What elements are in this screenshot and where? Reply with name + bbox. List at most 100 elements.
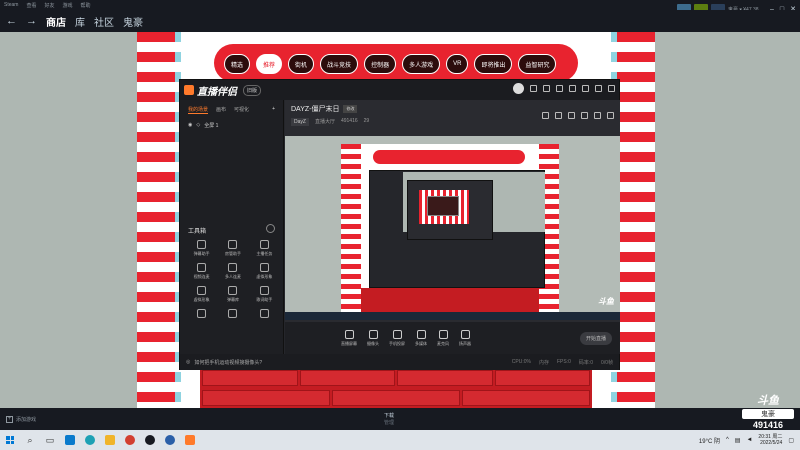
menu-steam[interactable]: Steam xyxy=(4,2,18,8)
store-tab-vr[interactable]: VR xyxy=(446,54,469,74)
screen: Steam 查看 好友 游戏 帮助 鬼豪 ▾ ¥47.38 – □ ✕ ← → … xyxy=(0,0,800,450)
steam-icon[interactable] xyxy=(140,430,160,450)
tool-avatar-1[interactable]: 虚拟形象 xyxy=(249,263,280,280)
store-tab-arcade[interactable]: 街机 xyxy=(288,54,315,74)
volume-icon[interactable]: ◄ xyxy=(746,437,752,443)
douyu-companion-icon[interactable] xyxy=(180,430,200,450)
task-view-icon[interactable]: ▭ xyxy=(40,430,60,450)
camera-icon xyxy=(368,329,378,339)
tool-extra-1[interactable] xyxy=(186,309,217,318)
lock-icon[interactable] xyxy=(555,112,562,119)
screen-capture-button[interactable]: 直播屏幕 xyxy=(341,329,357,347)
tab-canvas[interactable]: 画布 xyxy=(216,106,226,114)
scene-item[interactable]: ◉ ◇ 全屏 1 xyxy=(180,120,283,131)
tool-label: 弹幕库 xyxy=(226,297,239,302)
skin-icon[interactable] xyxy=(556,85,563,92)
nav-community[interactable]: 社区 xyxy=(94,14,114,29)
tab-visual[interactable]: 可视化 xyxy=(234,106,249,114)
phone-cast-button[interactable]: 手机投屏 xyxy=(389,329,405,347)
notification-center-icon[interactable]: ▢ xyxy=(788,437,794,444)
minimize-icon[interactable] xyxy=(582,85,589,92)
share-alt-icon[interactable] xyxy=(607,112,614,119)
menu-icon[interactable] xyxy=(569,85,576,92)
message-icon[interactable] xyxy=(543,85,550,92)
search-icon[interactable]: ⌕ xyxy=(20,430,40,450)
user-avatar[interactable] xyxy=(513,83,524,94)
stream-preview[interactable]: 斗鱼 xyxy=(285,136,620,320)
tool-label: 房管助手 xyxy=(224,251,241,256)
tool-multi-link[interactable]: 多人连麦 xyxy=(217,263,248,280)
tool-extra-3[interactable] xyxy=(249,309,280,318)
tab-my-scene[interactable]: 我的场景 xyxy=(188,106,209,114)
version-button[interactable]: 旧版 xyxy=(243,84,262,96)
media-button[interactable]: 多媒体 xyxy=(415,329,427,347)
streamer-name: 鬼豪 xyxy=(742,409,794,419)
clock[interactable]: 20:31 周二 2022/5/24 xyxy=(758,434,782,446)
nav-store[interactable]: 商店 xyxy=(46,14,66,29)
tool-room-admin[interactable]: 房管助手 xyxy=(217,240,248,257)
network-icon[interactable]: ▤ xyxy=(735,437,741,444)
live-app-name: 直播伴侣 xyxy=(197,86,237,98)
tool-danmaku-lib[interactable]: 弹幕库 xyxy=(217,286,248,303)
speaker-button[interactable]: 扬声器 xyxy=(459,329,471,347)
chart-icon[interactable] xyxy=(568,112,575,119)
menu-help[interactable]: 帮助 xyxy=(81,2,91,9)
status-tip[interactable]: 如何把手机运动视频接摄像头? xyxy=(194,359,262,366)
room-title[interactable]: DAYZ-僵尸末日 xyxy=(291,104,339,114)
qq-icon[interactable] xyxy=(120,430,140,450)
lock-icon[interactable]: ◇ xyxy=(196,122,200,129)
store-tab-puzzle[interactable]: 益智研究 xyxy=(518,54,557,74)
tool-streamer-tasks[interactable]: 主播任务 xyxy=(249,240,280,257)
notification-icon[interactable] xyxy=(581,112,588,119)
store-tab-fighting[interactable]: 战斗竞技 xyxy=(320,54,359,74)
menu-games[interactable]: 游戏 xyxy=(62,2,72,9)
tool-danmaku-assistant[interactable]: 弹幕助手 xyxy=(186,240,217,257)
store-tab-featured[interactable]: 精选 xyxy=(224,54,251,74)
steam-nav: ← → 商店 库 社区 鬼豪 xyxy=(0,10,800,32)
share-icon[interactable] xyxy=(542,112,549,119)
downloads-button[interactable]: 下载 管理 xyxy=(384,412,394,426)
more-icon[interactable] xyxy=(266,224,275,233)
maximize-icon[interactable] xyxy=(595,85,602,92)
obs-icon[interactable] xyxy=(160,430,180,450)
media-icon xyxy=(416,329,426,339)
tray-chevron-icon[interactable]: ^ xyxy=(726,437,729,443)
back-arrow-icon[interactable]: ← xyxy=(6,15,17,27)
menu-view[interactable]: 查看 xyxy=(26,2,36,9)
tool-label: 弹幕助手 xyxy=(193,251,210,256)
add-game-button[interactable]: + 添加游戏 xyxy=(0,415,36,423)
close-icon[interactable] xyxy=(608,85,615,92)
store-tab-recommended[interactable]: 推荐 xyxy=(256,54,283,74)
edit-title-button[interactable]: 修改 xyxy=(343,105,358,113)
scene-tabs: 我的场景 画布 可视化 + xyxy=(180,100,283,120)
preview-tab-bar xyxy=(373,150,525,164)
settings-icon[interactable] xyxy=(530,85,537,92)
nav-library[interactable]: 库 xyxy=(75,14,85,29)
preview-bricks xyxy=(361,288,539,312)
nav-user[interactable]: 鬼豪 xyxy=(123,14,143,29)
forward-arrow-icon[interactable]: → xyxy=(26,15,37,27)
camera-button[interactable]: 摄像头 xyxy=(367,329,379,347)
file-explorer-icon[interactable] xyxy=(100,430,120,450)
weather[interactable]: 19°C 阴 xyxy=(699,436,720,445)
start-button[interactable] xyxy=(0,430,20,450)
microphone-button[interactable]: 麦克风 xyxy=(437,329,449,347)
edge-icon[interactable] xyxy=(80,430,100,450)
tool-video-link[interactable]: 视频连麦 xyxy=(186,263,217,280)
tool-lyrics[interactable]: 歌词助手 xyxy=(249,286,280,303)
add-scene-icon[interactable]: + xyxy=(272,106,275,114)
bell-icon[interactable] xyxy=(594,112,601,119)
start-live-button[interactable]: 开始直播 xyxy=(579,331,612,345)
tool-avatar-2[interactable]: 虚拟形象 xyxy=(186,286,217,303)
tool-extra-2[interactable] xyxy=(217,309,248,318)
brick xyxy=(299,370,395,386)
store-tab-upcoming[interactable]: 即将推出 xyxy=(474,54,513,74)
lyrics-icon xyxy=(259,286,269,295)
eye-icon[interactable]: ◉ xyxy=(188,122,192,129)
store-tab-multiplayer[interactable]: 多人游戏 xyxy=(402,54,441,74)
store-tab-controller[interactable]: 控制器 xyxy=(364,54,397,74)
menu-friends[interactable]: 好友 xyxy=(44,2,54,9)
control-label: 直播屏幕 xyxy=(341,340,357,346)
widgets-icon[interactable] xyxy=(60,430,80,450)
category-chip[interactable]: DayZ xyxy=(291,118,309,126)
